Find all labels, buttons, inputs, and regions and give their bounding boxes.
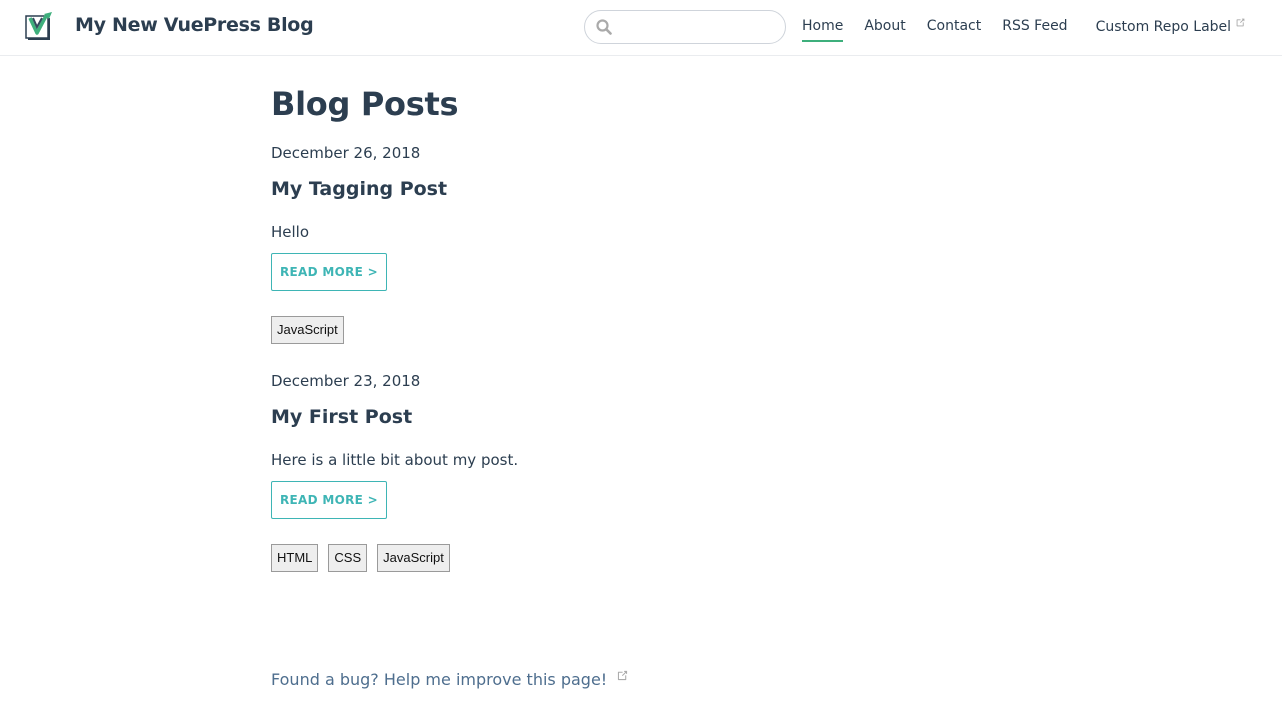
nav-links: Home About Contact RSS Feed Custom Repo … bbox=[802, 17, 1246, 42]
site-logo-icon[interactable] bbox=[24, 12, 56, 44]
navbar: My New VuePress Blog Home About Contact … bbox=[0, 0, 1282, 56]
tag-list: JavaScript bbox=[271, 316, 1011, 344]
nav-link-about[interactable]: About bbox=[864, 17, 905, 40]
post-item: December 26, 2018 My Tagging Post Hello … bbox=[271, 143, 1011, 344]
read-more-button[interactable]: READ MORE > bbox=[271, 253, 387, 291]
post-summary: Hello bbox=[271, 223, 310, 241]
tag-html[interactable]: HTML bbox=[271, 544, 319, 572]
post-summary: Here is a little bit about my post. bbox=[271, 451, 519, 469]
post-title-link[interactable]: My First Post bbox=[271, 405, 412, 429]
tag-javascript[interactable]: JavaScript bbox=[377, 544, 450, 572]
search-box[interactable] bbox=[584, 10, 786, 44]
nav-link-custom-repo[interactable]: Custom Repo Label bbox=[1096, 17, 1246, 41]
nav-link-rss-feed[interactable]: RSS Feed bbox=[1002, 17, 1067, 40]
page-title: Blog Posts bbox=[271, 85, 459, 123]
external-link-icon bbox=[618, 670, 628, 681]
tag-list: HTML CSS JavaScript bbox=[271, 544, 1011, 572]
nav-link-home[interactable]: Home bbox=[802, 17, 844, 42]
main-content: Blog Posts December 26, 2018 My Tagging … bbox=[271, 84, 1011, 572]
search-input[interactable] bbox=[617, 15, 777, 39]
site-name-link[interactable]: My New VuePress Blog bbox=[75, 14, 314, 36]
nav-link-custom-repo-label: Custom Repo Label bbox=[1095, 19, 1232, 35]
tag-javascript[interactable]: JavaScript bbox=[271, 316, 344, 344]
nav-link-contact[interactable]: Contact bbox=[927, 17, 981, 40]
edit-page-link[interactable]: Found a bug? Help me improve this page! bbox=[271, 669, 629, 689]
post-title-link[interactable]: My Tagging Post bbox=[271, 177, 447, 201]
read-more-button[interactable]: READ MORE > bbox=[271, 481, 387, 519]
post-item: December 23, 2018 My First Post Here is … bbox=[271, 371, 1011, 572]
post-date: December 23, 2018 bbox=[271, 372, 421, 390]
external-link-icon bbox=[1236, 18, 1245, 27]
post-date: December 26, 2018 bbox=[271, 144, 421, 162]
search-icon bbox=[596, 19, 612, 35]
edit-page-link-label: Found a bug? Help me improve this page! bbox=[271, 670, 608, 689]
tag-css[interactable]: CSS bbox=[328, 544, 368, 572]
